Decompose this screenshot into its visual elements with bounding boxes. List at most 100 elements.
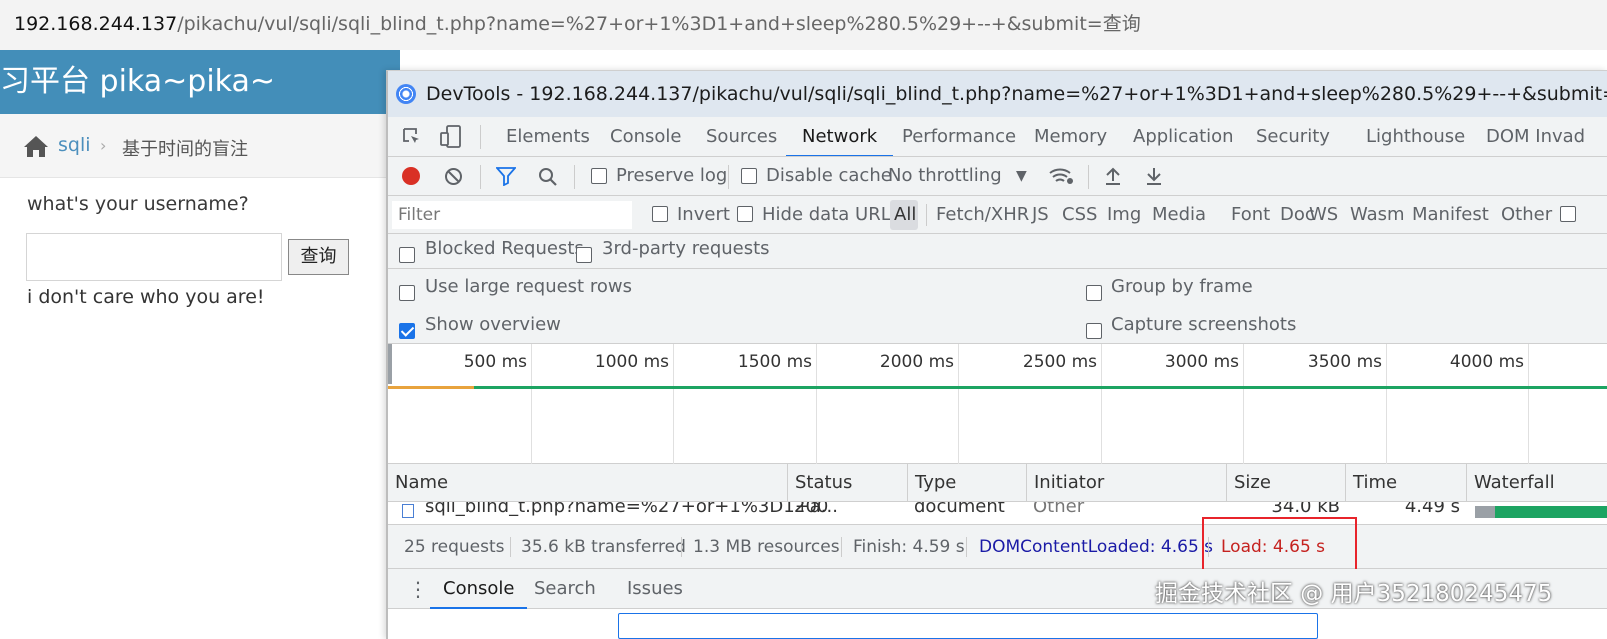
column-time[interactable]: Time (1345, 464, 1397, 502)
home-icon[interactable] (23, 134, 49, 158)
filter-type-all[interactable]: All (894, 196, 916, 233)
record-icon[interactable] (402, 167, 420, 185)
timeline-tick-label: 1000 ms (594, 352, 669, 372)
devtools-tabbar: Elements Console Sources Network Perform… (388, 117, 1607, 157)
row-name: sqli_blind_t.php?name=%27+or+1%3D1+a... (425, 502, 838, 517)
filter-type-css[interactable]: CSS (1062, 196, 1097, 233)
breadcrumb: sqli › 基于时间的盲注 (0, 114, 400, 178)
column-waterfall[interactable]: Waterfall (1466, 464, 1555, 502)
inspect-element-icon[interactable] (402, 127, 422, 147)
column-initiator[interactable]: Initiator (1026, 464, 1104, 502)
username-input[interactable] (26, 233, 282, 281)
search-icon[interactable] (538, 167, 558, 187)
disable-cache-label: Disable cache (766, 165, 892, 186)
column-type[interactable]: Type (907, 464, 956, 502)
invert-label: Invert (677, 204, 730, 225)
blocked-requests-checkbox[interactable] (399, 247, 415, 263)
breadcrumb-current: 基于时间的盲注 (122, 139, 248, 160)
filter-type-img[interactable]: Img (1107, 196, 1141, 233)
brand-title: 习平台 pika~pika~ (0, 64, 276, 99)
large-rows-label: Use large request rows (425, 276, 632, 297)
url-host: 192.168.244.137 (14, 13, 178, 35)
tab-lighthouse[interactable]: Lighthouse (1366, 117, 1465, 156)
device-toggle-icon[interactable] (440, 125, 462, 149)
breadcrumb-link-sqli[interactable]: sqli (58, 134, 91, 156)
drawer-tab-issues[interactable]: Issues (627, 569, 683, 609)
summary-finish: Finish: 4.59 s (853, 537, 965, 557)
row-type: document (914, 502, 1005, 517)
tab-elements[interactable]: Elements (506, 117, 590, 156)
watermark: 掘金技术社区 @ 用户352180245475 (1155, 581, 1553, 607)
page-header: 习平台 pika~pika~ (0, 50, 400, 114)
console-toolbar (388, 609, 1607, 639)
summary-domcontentloaded: DOMContentLoaded: 4.65 s (979, 537, 1214, 557)
filter-type-other[interactable]: Other (1501, 196, 1552, 233)
disable-cache-checkbox[interactable] (741, 168, 757, 184)
summary-transferred: 35.6 kB transferred (521, 537, 686, 557)
filter-type-js[interactable]: JS (1032, 196, 1049, 233)
filter-type-wasm[interactable]: Wasm (1350, 196, 1405, 233)
export-har-icon[interactable] (1145, 166, 1163, 186)
filter-type-font[interactable]: Font (1231, 196, 1270, 233)
filter-type-ws[interactable]: WS (1309, 196, 1338, 233)
network-conditions-icon[interactable] (1048, 166, 1074, 186)
row-time: 4.49 s (1404, 502, 1460, 517)
timeline-waiting-bar (388, 386, 474, 389)
clear-icon[interactable] (444, 167, 463, 186)
column-status[interactable]: Status (787, 464, 852, 502)
filter-input[interactable]: Filter (392, 201, 632, 229)
chrome-logo-icon (396, 84, 416, 104)
tab-memory[interactable]: Memory (1034, 117, 1107, 156)
blocked-requests-label: Blocked Requests (425, 238, 584, 259)
show-overview-checkbox[interactable] (399, 323, 415, 339)
tab-application[interactable]: Application (1133, 117, 1234, 156)
column-name[interactable]: Name (388, 464, 448, 502)
drawer-tab-search[interactable]: Search (534, 569, 596, 609)
hide-data-urls-checkbox[interactable] (737, 206, 753, 222)
filter-type-fetch-xhr[interactable]: Fetch/XHR (936, 196, 1029, 233)
blocked-cookies-checkbox[interactable] (1560, 206, 1576, 222)
tab-performance[interactable]: Performance (902, 117, 1016, 156)
import-har-icon[interactable] (1104, 166, 1122, 186)
tab-sources[interactable]: Sources (706, 117, 777, 156)
hide-data-urls-label: Hide data URLs (762, 204, 901, 225)
tab-network[interactable]: Network (786, 117, 894, 156)
submit-button[interactable]: 查询 (288, 239, 349, 275)
network-summary-bar: 25 requests 35.6 kB transferred 1.3 MB r… (388, 524, 1607, 569)
tab-console[interactable]: Console (610, 117, 681, 156)
row-status: 200 (794, 502, 829, 517)
table-row[interactable]: sqli_blind_t.php?name=%27+or+1%3D1+a... … (388, 502, 1607, 524)
drawer-tab-console[interactable]: Console (430, 569, 528, 609)
network-overview[interactable]: 500 ms 1000 ms 1500 ms 2000 ms 2500 ms 3… (388, 344, 1607, 464)
timeline-tick-label: 2500 ms (1022, 352, 1097, 372)
console-filter-input[interactable] (618, 613, 1318, 639)
tab-dom-invader[interactable]: DOM Invad (1486, 117, 1585, 156)
address-bar[interactable]: 192.168.244.137/pikachu/vul/sqli/sqli_bl… (0, 0, 1607, 50)
capture-screenshots-label: Capture screenshots (1111, 314, 1297, 335)
throttling-select[interactable]: No throttling (888, 157, 1002, 195)
filter-type-media[interactable]: Media (1152, 196, 1206, 233)
large-rows-checkbox[interactable] (399, 285, 415, 301)
tab-security[interactable]: Security (1256, 117, 1330, 156)
timeline-tick-label: 3000 ms (1164, 352, 1239, 372)
group-by-frame-checkbox[interactable] (1086, 285, 1102, 301)
breadcrumb-separator: › (100, 136, 107, 155)
waterfall-download (1495, 506, 1607, 518)
group-by-frame-label: Group by frame (1111, 276, 1253, 297)
filter-type-manifest[interactable]: Manifest (1412, 196, 1489, 233)
third-party-checkbox[interactable] (576, 247, 592, 263)
devtools-titlebar[interactable]: DevTools - 192.168.244.137/pikachu/vul/s… (388, 71, 1607, 117)
column-size[interactable]: Size (1226, 464, 1271, 502)
devtools-title: DevTools - 192.168.244.137/pikachu/vul/s… (426, 83, 1607, 105)
filter-icon[interactable] (496, 167, 516, 186)
summary-resources: 1.3 MB resources (693, 537, 840, 557)
invert-checkbox[interactable] (652, 206, 668, 222)
document-icon (402, 504, 414, 518)
drawer-menu-icon[interactable]: ⋮ (408, 569, 428, 609)
chevron-down-icon[interactable]: ▼ (1016, 157, 1027, 195)
waterfall-waiting (1475, 506, 1495, 518)
capture-screenshots-checkbox[interactable] (1086, 323, 1102, 339)
preserve-log-checkbox[interactable] (591, 168, 607, 184)
timeline-tick-label: 4000 ms (1449, 352, 1524, 372)
requests-table-header: Name Status Type Initiator Size Time Wat… (388, 464, 1607, 502)
